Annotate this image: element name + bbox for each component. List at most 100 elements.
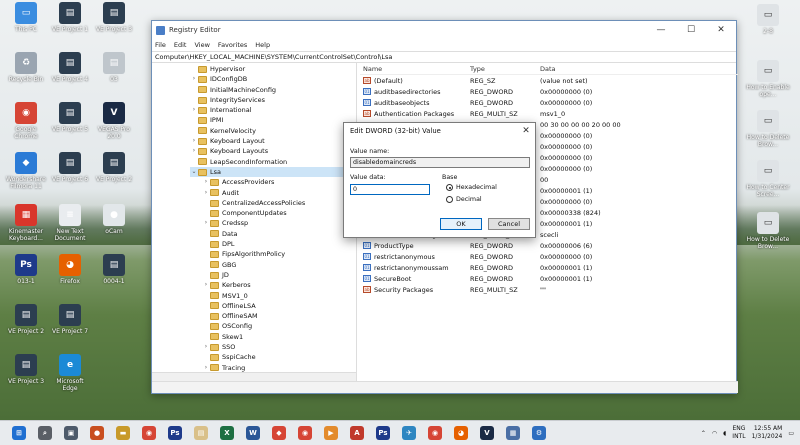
clock[interactable]: 12:55 AM 1/31/2024 (752, 425, 783, 441)
decimal-radio-dot[interactable] (446, 196, 453, 203)
taskbar-app-icon[interactable]: ◉ (142, 426, 156, 440)
maximize-button[interactable]: ☐ (676, 21, 706, 39)
desktop-icon[interactable]: e Microsoft Edge (48, 354, 92, 392)
tree-item[interactable]: OSConfig (190, 321, 356, 331)
menu-edit[interactable]: Edit (174, 41, 187, 49)
tree-item[interactable]: CentralizedAccessPolicies (190, 198, 356, 208)
desktop-icon[interactable]: ▤ VE Project 1 (48, 2, 92, 33)
cancel-button[interactable]: Cancel (488, 218, 530, 230)
expand-chevron-icon[interactable]: › (202, 218, 210, 228)
tree-item[interactable]: Data (190, 229, 356, 239)
taskbar-app-icon[interactable]: ◉ (298, 426, 312, 440)
key-tree[interactable]: Hypervisor › IDConfigDB InitialMachineConfi… (152, 63, 357, 382)
value-row[interactable]: ab Security Packages REG_MULTI_SZ "" (360, 284, 738, 295)
expand-chevron-icon[interactable]: › (190, 74, 198, 84)
hexadecimal-radio[interactable]: Hexadecimal (446, 184, 497, 191)
desktop-icon[interactable]: ◕ Firefox (48, 254, 92, 285)
column-name[interactable]: Name (360, 65, 470, 73)
taskbar-app-icon[interactable]: ⌕ (38, 426, 52, 440)
value-row[interactable]: 01 SecureBoot REG_DWORD 0x00000001 (1) (360, 273, 738, 284)
tree-item[interactable]: › Kerberos (190, 280, 356, 290)
desktop-icon[interactable]: ▭ How to Delete Brow... (746, 212, 790, 250)
expand-chevron-icon[interactable]: › (202, 188, 210, 198)
taskbar-app-icon[interactable]: ⚙ (532, 426, 546, 440)
taskbar-app-icon[interactable]: ◆ (272, 426, 286, 440)
taskbar-app-icon[interactable]: ▦ (506, 426, 520, 440)
menu-file[interactable]: File (155, 41, 166, 49)
tree-item[interactable]: ComponentUpdates (190, 208, 356, 218)
tree-item[interactable]: › Keyboard Layout (190, 136, 356, 146)
desktop-icon[interactable]: ≡ New Text Document (48, 204, 92, 242)
tree-item[interactable]: Hypervisor (190, 64, 356, 74)
tree-item[interactable]: › Keyboard Layouts (190, 146, 356, 156)
value-row[interactable]: 01 restrictanonymoussam REG_DWORD 0x0000000… (360, 262, 738, 273)
value-row[interactable]: ab (Default) REG_SZ (value not set) (360, 75, 738, 86)
tree-item[interactable]: › AccessProviders (190, 177, 356, 187)
tree-item[interactable]: › Audit (190, 188, 356, 198)
menu-view[interactable]: View (194, 41, 209, 49)
taskbar-app-icon[interactable]: ● (90, 426, 104, 440)
desktop-icon[interactable]: ▤ VE Project 4 (48, 52, 92, 83)
expand-chevron-icon[interactable]: › (202, 280, 210, 290)
taskbar-app-icon[interactable]: A (350, 426, 364, 440)
dialog-close-button[interactable]: ✕ (517, 126, 535, 136)
desktop-icon[interactable]: ▤ 0004-1 (92, 254, 136, 285)
value-row[interactable]: ab Authentication Packages REG_MULTI_SZ msv… (360, 108, 738, 119)
taskbar-app-icon[interactable]: ▶ (324, 426, 338, 440)
desktop-icon[interactable]: ▤ VE Project 3 (92, 2, 136, 33)
dialog-title-bar[interactable]: Edit DWORD (32-bit) Value ✕ (344, 123, 535, 139)
expand-chevron-icon[interactable]: › (190, 146, 198, 156)
taskbar-app-icon[interactable]: X (220, 426, 234, 440)
tree-item[interactable]: InitialMachineConfig (190, 85, 356, 95)
tree-item[interactable]: › IDConfigDB (190, 74, 356, 84)
tree-item[interactable]: IntegrityServices (190, 95, 356, 105)
minimize-button[interactable]: — (646, 21, 676, 39)
column-type[interactable]: Type (470, 65, 540, 73)
tree-item[interactable]: › SSO (190, 342, 356, 352)
tree-item[interactable]: Skew1 (190, 332, 356, 342)
taskbar-app-icon[interactable]: ◉ (428, 426, 442, 440)
desktop-icon[interactable]: ▤ VE Project 5 (48, 102, 92, 133)
close-button[interactable]: ✕ (706, 21, 736, 39)
desktop-icon[interactable]: ▭ 2-8 (746, 4, 790, 35)
language-indicator[interactable]: ENG INTL (732, 425, 745, 441)
tree-item[interactable]: SspiCache (190, 352, 356, 362)
hexadecimal-radio-dot[interactable] (446, 184, 453, 191)
desktop-icon[interactable]: ▭ How to Enable ope... (746, 60, 790, 98)
desktop-icon[interactable]: ▤ VE Project 2 (4, 304, 48, 335)
taskbar-app-icon[interactable]: ▣ (64, 426, 78, 440)
tree-item[interactable]: MSV1_0 (190, 291, 356, 301)
desktop-icon[interactable]: ▭ How to Center Scree... (746, 160, 790, 198)
expand-chevron-icon[interactable]: › (202, 177, 210, 187)
tree-item[interactable]: LeapSecondInformation (190, 157, 356, 167)
taskbar-app-icon[interactable]: ◕ (454, 426, 468, 440)
taskbar-app-icon[interactable]: Ps (168, 426, 182, 440)
value-row[interactable]: 01 ProductType REG_DWORD 0x00000006 (6) (360, 240, 738, 251)
tree-item[interactable]: DPL (190, 239, 356, 249)
desktop-icon[interactable]: ▤ VE Project 2 (92, 152, 136, 183)
tree-item[interactable]: › Credssp (190, 218, 356, 228)
value-row[interactable]: 01 restrictanonymous REG_DWORD 0x00000000 (… (360, 251, 738, 262)
taskbar-app-icon[interactable]: ✈ (402, 426, 416, 440)
tree-item[interactable]: › International (190, 105, 356, 115)
desktop-icon[interactable]: ▭ This PC (4, 2, 48, 33)
tree-item[interactable]: OfflineSAM (190, 311, 356, 321)
taskbar-app-icon[interactable]: Ps (376, 426, 390, 440)
value-row[interactable]: 01 auditbasedirectories REG_DWORD 0x0000000… (360, 86, 738, 97)
desktop-icon[interactable]: ◉ Google Chrome (4, 102, 48, 140)
taskbar-app-icon[interactable]: V (480, 426, 494, 440)
edit-dword-dialog[interactable]: Edit DWORD (32-bit) Value ✕ Value name: … (343, 122, 536, 238)
desktop-icon[interactable]: ▦ Kinemaster Keyboard... (4, 204, 48, 242)
taskbar-app-icon[interactable]: ▤ (194, 426, 208, 440)
taskbar-app-icon[interactable]: ▬ (116, 426, 130, 440)
tree-item[interactable]: ⌄ Lsa (190, 166, 356, 178)
ok-button[interactable]: OK (440, 218, 482, 230)
desktop-icon[interactable]: ▭ How to Delete Brow... (746, 110, 790, 148)
wifi-icon[interactable]: ◠ (712, 430, 717, 437)
taskbar-app-icon[interactable]: W (246, 426, 260, 440)
desktop-icon[interactable]: ▤ VE Project 6 (48, 152, 92, 183)
value-data-field[interactable]: 0 (350, 184, 430, 195)
desktop-icon[interactable]: V VEGAS Pro 20.0 (92, 102, 136, 140)
desktop-icon[interactable]: ● oCam (92, 204, 136, 235)
tree-item[interactable]: GBG (190, 260, 356, 270)
